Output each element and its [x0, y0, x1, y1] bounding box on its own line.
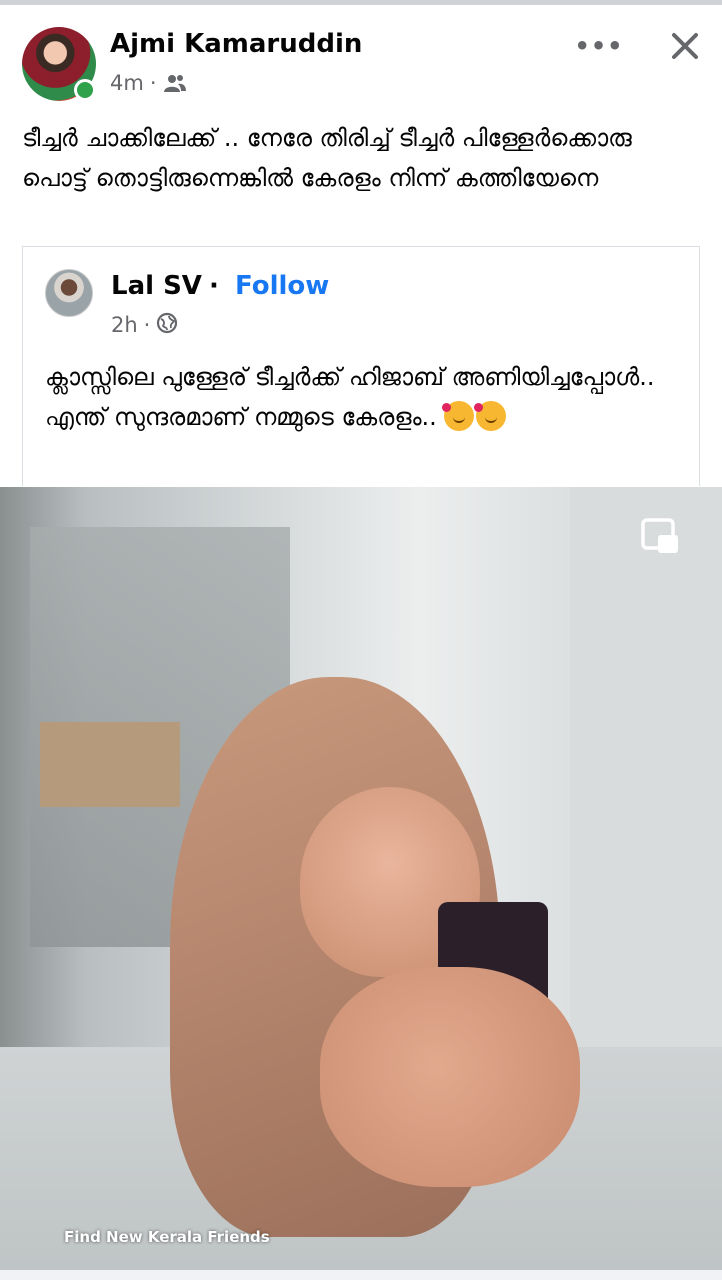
post-text: ടീച്ചർ ചാക്കിലേക്ക് .. നേരേ തിരിച്ച് ടീച…: [22, 124, 632, 192]
hands: [320, 967, 580, 1187]
friends-icon[interactable]: [163, 73, 187, 93]
shared-name-separator: ·: [209, 271, 219, 301]
shared-meta-separator: ·: [143, 313, 151, 337]
shared-post-meta: 2h ·: [111, 311, 178, 339]
author-name[interactable]: Ajmi Kamaruddin: [110, 29, 362, 59]
shared-post-text: ക്ലാസ്സിലെ പുള്ളേര് ടീച്ചർക്ക് ഹിജാബ് അണ…: [45, 357, 685, 437]
post-header: Ajmi Kamaruddin 4m · •••: [0, 5, 722, 105]
smiling-face-with-hearts-icon: [442, 401, 475, 431]
online-status-indicator: [74, 79, 96, 101]
close-icon[interactable]: [662, 23, 708, 69]
shared-post-card[interactable]: Lal SV · Follow 2h · ക്ലാസ്സിലെ പുള്ളേര്…: [22, 246, 700, 486]
shared-post-text-body: ക്ലാസ്സിലെ പുള്ളേര് ടീച്ചർക്ക് ഹിജാബ് അണ…: [45, 363, 655, 431]
follow-button[interactable]: Follow: [235, 271, 329, 301]
shared-post-time[interactable]: 2h: [111, 313, 138, 337]
post-time[interactable]: 4m: [110, 71, 144, 95]
globe-icon[interactable]: [156, 312, 178, 339]
shared-author-name[interactable]: Lal SV: [111, 271, 202, 301]
shared-author-avatar[interactable]: [45, 269, 93, 317]
video-watermark: Find New Kerala Friends: [64, 1228, 270, 1246]
more-options-button[interactable]: •••: [574, 29, 622, 63]
post-meta: 4m ·: [110, 69, 187, 97]
video-subject: [60, 677, 600, 1270]
picture-in-picture-icon[interactable]: [640, 517, 682, 557]
bottom-divider: [0, 1270, 722, 1280]
video-player[interactable]: Find New Kerala Friends: [0, 487, 722, 1270]
meta-separator: ·: [149, 71, 157, 95]
smiling-face-with-hearts-icon: [474, 401, 507, 431]
